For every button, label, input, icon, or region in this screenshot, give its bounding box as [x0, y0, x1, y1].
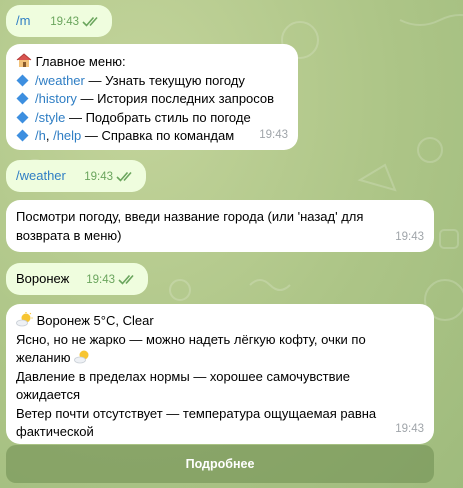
prompt-line-1: Посмотри погоду, введи название города (…: [16, 209, 364, 224]
message-time: 19:43: [259, 128, 288, 141]
menu-item-separator: ,: [45, 128, 54, 143]
message-outgoing[interactable]: Воронеж 19:43: [6, 263, 148, 295]
blue-diamond-icon: [16, 129, 29, 142]
message-time: 19:43: [395, 230, 424, 243]
house-icon: [16, 53, 32, 67]
command-link-history[interactable]: /history: [35, 91, 77, 106]
message-meta: 19:43: [86, 271, 138, 290]
menu-item-description: — Узнать текущую погоду: [84, 72, 245, 88]
menu-title-line: Главное меню:: [16, 53, 288, 72]
message-time: 19:43: [84, 170, 113, 183]
message-incoming-main-menu: Главное меню: /weather — Узнать текущую …: [6, 44, 298, 150]
message-outgoing[interactable]: /m 19:43: [6, 5, 112, 37]
message-meta: 19:43: [84, 168, 136, 187]
weather-line-2-text: желанию: [16, 350, 71, 365]
message-meta: 19:43: [50, 13, 102, 32]
message-incoming-weather-result: Воронеж 5°C, Clear Ясно, но не жарко — м…: [6, 304, 434, 444]
weather-line-2: желанию: [16, 349, 424, 368]
more-details-button[interactable]: Подробнее: [6, 445, 434, 483]
sun-behind-cloud-icon: [16, 312, 33, 327]
weather-line-5: Ветер почти отсутствует — температура ощ…: [16, 405, 377, 421]
message-meta: 19:43: [395, 228, 424, 247]
weather-line-4: ожидается: [16, 387, 81, 402]
weather-header-line: Воронеж 5°C, Clear: [16, 312, 424, 331]
command-link-style[interactable]: /style: [35, 110, 65, 125]
menu-item-weather: /weather — Узнать текущую погоду: [16, 72, 288, 91]
message-time: 19:43: [86, 273, 115, 286]
message-incoming-prompt: Посмотри погоду, введи название города (…: [6, 200, 434, 252]
menu-title: Главное меню:: [35, 54, 126, 69]
menu-item-description: — История последних запросов: [76, 91, 275, 106]
menu-item-history: /history — История последних запросов: [16, 90, 288, 109]
message-text: Воронеж: [16, 271, 70, 286]
sun-behind-cloud-icon: [74, 350, 89, 364]
weather-line-6: фактической: [16, 424, 94, 439]
menu-item-description: — Справка по командам: [81, 128, 235, 143]
blue-diamond-icon: [16, 111, 29, 123]
message-time: 19:43: [50, 15, 79, 28]
command-link-weather[interactable]: /weather: [35, 73, 85, 88]
more-details-label: Подробнее: [185, 457, 255, 471]
prompt-line-2: возврата в меню): [16, 227, 122, 243]
weather-header: Воронеж 5°C, Clear: [36, 313, 154, 328]
command-link-help[interactable]: /help: [53, 128, 81, 143]
weather-line-1: Ясно, но не жарко — можно надеть лёгкую …: [16, 331, 366, 347]
command-link-weather[interactable]: /weather: [16, 168, 66, 183]
menu-item-help: /h, /help — Справка по командам: [16, 127, 288, 146]
double-check-icon: [116, 172, 132, 182]
message-time: 19:43: [395, 422, 424, 435]
blue-diamond-icon: [16, 74, 29, 86]
command-link-m[interactable]: /m: [16, 13, 30, 28]
message-meta: 19:43: [259, 126, 288, 145]
message-outgoing[interactable]: /weather 19:43: [6, 160, 146, 192]
weather-line-3: Давление в пределах нормы — хорошее само…: [16, 368, 350, 384]
message-meta: 19:43: [395, 420, 424, 439]
menu-item-description: — Подобрать стиль по погоде: [65, 109, 251, 125]
double-check-icon: [82, 17, 98, 27]
command-link-h[interactable]: /h: [35, 128, 46, 143]
menu-item-style: /style — Подобрать стиль по погоде: [16, 109, 288, 128]
double-check-icon: [118, 275, 134, 285]
blue-diamond-icon: [16, 92, 29, 105]
